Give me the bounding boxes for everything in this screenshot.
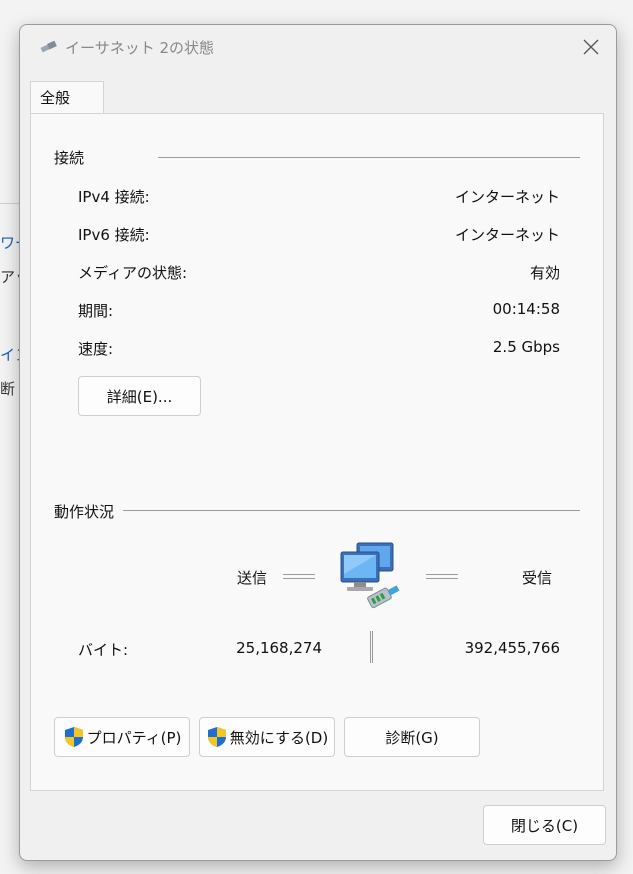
bytes-label: バイト:: [78, 641, 129, 659]
title-bar[interactable]: イーサネット 2の状態: [20, 25, 616, 69]
connection-group-divider: [158, 157, 580, 158]
disable-button[interactable]: 無効にする(D): [199, 717, 335, 757]
ipv4-value: インターネット: [454, 188, 560, 206]
bytes-sent-value: 25,168,274: [236, 639, 322, 657]
received-connector-line: [426, 574, 458, 579]
disable-button-label: 無効にする(D): [229, 728, 329, 747]
ipv6-value: インターネット: [454, 226, 560, 244]
media-state-value: 有効: [529, 264, 560, 282]
uac-shield-icon: [207, 727, 226, 747]
ethernet-cable-icon: [40, 40, 57, 53]
activity-group-title: 動作状況: [54, 503, 115, 521]
ipv4-label: IPv4 接続:: [78, 188, 150, 206]
received-label: 受信: [522, 569, 553, 587]
connection-group-title: 接続: [54, 149, 85, 167]
general-tab-panel: 接続 IPv4 接続: インターネット IPv6 接続: インターネット メディ…: [30, 113, 604, 791]
activity-group-divider: [123, 510, 580, 511]
properties-button-label: プロパティ(P): [86, 728, 182, 747]
bytes-received-value: 392,455,766: [464, 639, 560, 657]
close-window-button[interactable]: [576, 33, 606, 61]
sent-label: 送信: [237, 569, 268, 587]
close-button[interactable]: 閉じる(C): [483, 805, 606, 845]
network-computers-icon: [340, 542, 400, 609]
background-text-fragment: 断: [0, 380, 16, 398]
properties-button[interactable]: プロパティ(P): [54, 717, 190, 757]
sent-connector-line: [283, 574, 315, 579]
uac-shield-icon: [64, 727, 83, 747]
diagnose-button[interactable]: 診断(G): [344, 717, 480, 757]
duration-value: 00:14:58: [492, 300, 560, 318]
tab-general[interactable]: 全般: [30, 81, 104, 113]
ethernet-status-dialog: イーサネット 2の状態 全般 接続 IPv4 接続: インターネット IPv6 …: [19, 24, 617, 861]
close-icon: [583, 39, 599, 55]
dialog-title: イーサネット 2の状態: [65, 39, 215, 57]
bytes-separator: [370, 631, 373, 663]
ipv6-label: IPv6 接続:: [78, 226, 150, 244]
speed-value: 2.5 Gbps: [492, 338, 560, 356]
details-button[interactable]: 詳細(E)...: [78, 376, 201, 416]
duration-label: 期間:: [78, 302, 114, 320]
media-state-label: メディアの状態:: [78, 264, 188, 282]
speed-label: 速度:: [78, 340, 114, 358]
